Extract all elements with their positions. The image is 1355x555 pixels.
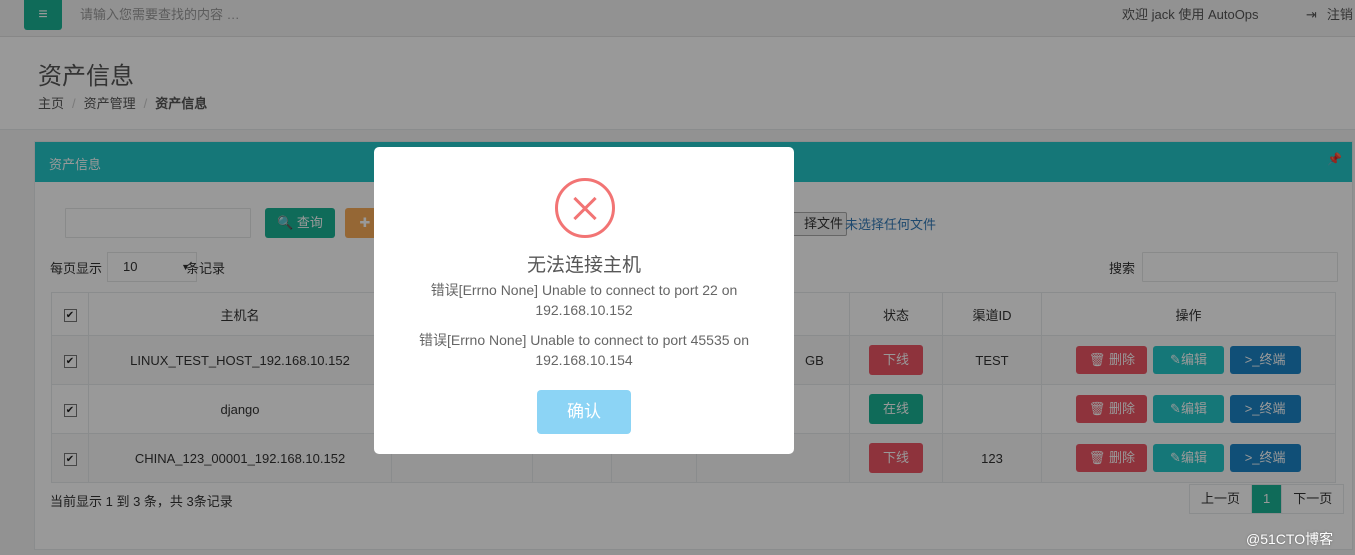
error-message-1: 错误[Errno None] Unable to connect to port… — [430, 282, 738, 318]
error-message-2: 错误[Errno None] Unable to connect to port… — [419, 332, 749, 368]
confirm-button[interactable]: 确认 — [537, 390, 631, 434]
error-x-icon — [555, 178, 615, 238]
error-dialog: 无法连接主机 错误[Errno None] Unable to connect … — [374, 147, 794, 454]
dialog-title: 无法连接主机 — [526, 255, 641, 276]
watermark: @51CTO博客 — [1246, 531, 1334, 547]
